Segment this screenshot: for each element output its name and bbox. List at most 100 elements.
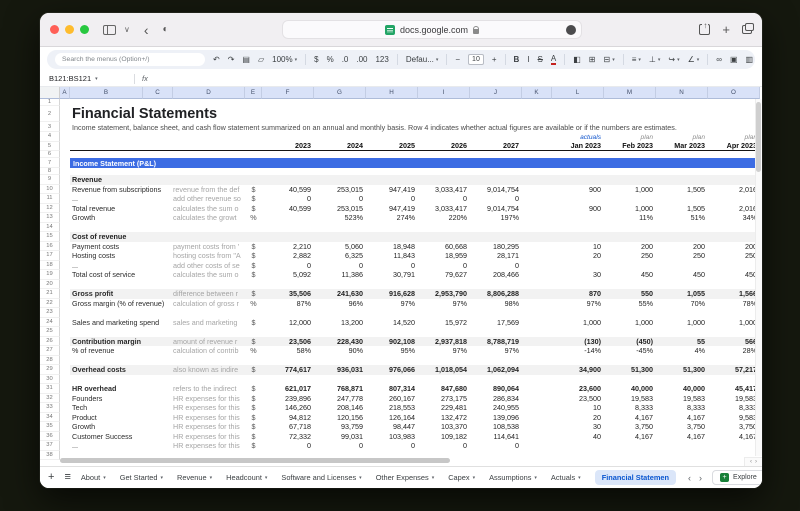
cell-value[interactable]: 30 (552, 270, 604, 279)
cell[interactable] (60, 242, 70, 252)
cell-value[interactable]: 274% (366, 213, 418, 222)
cell-value[interactable]: 17,569 (470, 318, 522, 327)
cell-unit[interactable]: $ (245, 185, 262, 194)
cell-unit[interactable]: $ (245, 384, 262, 393)
cell-value[interactable]: 40,599 (262, 185, 314, 194)
cell-unit[interactable]: $ (245, 289, 262, 298)
tab-scroll-left-icon[interactable]: ‹ (688, 473, 691, 483)
cell[interactable] (60, 308, 70, 318)
cell[interactable] (60, 394, 70, 404)
new-tab-icon[interactable]: + (722, 23, 730, 36)
cell-value[interactable]: 139,096 (470, 413, 522, 422)
cell-value[interactable]: 28,171 (470, 251, 522, 260)
cell-value[interactable]: 2,016 (708, 185, 760, 194)
cell-value[interactable]: 229,481 (418, 403, 470, 412)
cell-value[interactable]: 8,333 (708, 403, 760, 412)
cell-value[interactable]: 18,959 (418, 251, 470, 260)
cell-value[interactable]: 3,033,417 (418, 185, 470, 194)
cell[interactable] (60, 204, 70, 214)
cell-value[interactable]: 55% (604, 299, 656, 308)
redo-icon[interactable]: ↷ (228, 55, 235, 65)
cell-value[interactable]: 774,617 (262, 365, 314, 374)
column-header[interactable]: M (604, 87, 656, 99)
cell-value[interactable]: 3,750 (708, 422, 760, 431)
cell-value[interactable]: 87% (262, 299, 314, 308)
cell-value[interactable]: 93,759 (314, 422, 366, 431)
cell-value[interactable]: 900 (552, 204, 604, 213)
cell-value[interactable]: 45,417 (708, 384, 760, 393)
period-header-cell[interactable]: 2024 (314, 141, 366, 150)
cell-label[interactable]: Overhead costs (70, 365, 173, 374)
back-icon[interactable]: ‹ (144, 23, 149, 37)
cell-value[interactable]: 218,553 (366, 403, 418, 412)
cell-desc[interactable]: HR expenses for this (173, 403, 245, 412)
cell-value[interactable]: 197% (470, 213, 522, 222)
row-header[interactable]: 22 (40, 298, 60, 308)
page-title-cell[interactable]: Financial Statements (70, 106, 217, 122)
cell-value[interactable]: 40,000 (604, 384, 656, 393)
cell-value[interactable]: 23,600 (552, 384, 604, 393)
cell-value[interactable]: 109,182 (418, 432, 470, 441)
cell-value[interactable]: 90% (314, 346, 366, 355)
cell-label[interactable]: Hosting costs (70, 251, 173, 260)
cell-value[interactable]: 67,718 (262, 422, 314, 431)
sheet-tab-software-and-licenses[interactable]: Software and Licenses ▾ (281, 473, 361, 482)
cell-desc[interactable]: also known as indire (173, 365, 245, 374)
row-header[interactable]: 10 (40, 184, 60, 194)
cell-value[interactable]: 108,538 (470, 422, 522, 431)
cell-value[interactable]: 60,668 (418, 242, 470, 251)
cell[interactable] (60, 213, 70, 223)
corner-cell[interactable] (40, 87, 60, 99)
insert-comment-icon[interactable]: ▣ (730, 55, 738, 65)
cell-desc[interactable]: calculates the sum o (173, 204, 245, 213)
column-header[interactable]: N (656, 87, 708, 99)
cell-value[interactable]: 890,064 (470, 384, 522, 393)
cell-value[interactable]: 0 (314, 194, 366, 203)
row-header[interactable]: 5 (40, 141, 60, 151)
cell-value[interactable]: 976,066 (366, 365, 418, 374)
cell[interactable] (60, 375, 70, 385)
period-header-cell[interactable]: 2023 (262, 141, 314, 150)
cell[interactable] (60, 280, 70, 290)
sheet-tab-get-started[interactable]: Get Started ▾ (120, 473, 163, 482)
text-rotation-icon[interactable]: ∠ ▾ (688, 55, 700, 65)
status-cell[interactable]: plan (604, 132, 656, 141)
zoom-select[interactable]: 100% ▾ (272, 55, 297, 65)
cell-value[interactable]: 23,500 (552, 394, 604, 403)
cell-value[interactable]: 57,217 (708, 365, 760, 374)
cell-value[interactable]: 1,000 (552, 318, 604, 327)
cell-label[interactable]: % of revenue (70, 346, 173, 355)
cell-value[interactable]: 0 (366, 194, 418, 203)
text-wrap-icon[interactable]: ↪ ▾ (668, 55, 679, 65)
vertical-scrollbar-thumb[interactable] (756, 102, 761, 172)
cell-value[interactable]: 97% (418, 299, 470, 308)
column-header[interactable]: K (522, 87, 552, 99)
font-select[interactable]: Defau... ▾ (406, 55, 439, 65)
cell-value[interactable]: 0 (470, 194, 522, 203)
row-header[interactable]: 4 (40, 132, 60, 142)
cell-unit[interactable]: $ (245, 422, 262, 431)
cell[interactable] (60, 441, 70, 451)
row-header[interactable]: 18 (40, 260, 60, 270)
cell-unit[interactable]: $ (245, 261, 262, 270)
cell[interactable] (60, 346, 70, 356)
cell[interactable] (60, 422, 70, 432)
cell-value[interactable]: 250 (656, 251, 708, 260)
cell-value[interactable]: 768,871 (314, 384, 366, 393)
cell-value[interactable]: 10 (552, 242, 604, 251)
sheet-tab-other-expenses[interactable]: Other Expenses ▾ (376, 473, 435, 482)
cell[interactable] (60, 251, 70, 261)
cell-value[interactable]: 98% (470, 299, 522, 308)
cell[interactable] (60, 185, 70, 195)
cell-value[interactable]: 621,017 (262, 384, 314, 393)
cell[interactable] (60, 232, 70, 242)
cell-value[interactable]: 1,566 (708, 289, 760, 298)
column-header[interactable]: B (70, 87, 143, 99)
format-currency-icon[interactable]: $ (314, 55, 318, 65)
cell-value[interactable]: 0 (262, 194, 314, 203)
row-header[interactable]: 14 (40, 222, 60, 232)
cell-label[interactable]: Sales and marketing spend (70, 318, 173, 327)
cell-value[interactable]: 8,333 (604, 403, 656, 412)
period-header-cell[interactable]: 2026 (418, 141, 470, 150)
cell-value[interactable]: 0 (418, 194, 470, 203)
